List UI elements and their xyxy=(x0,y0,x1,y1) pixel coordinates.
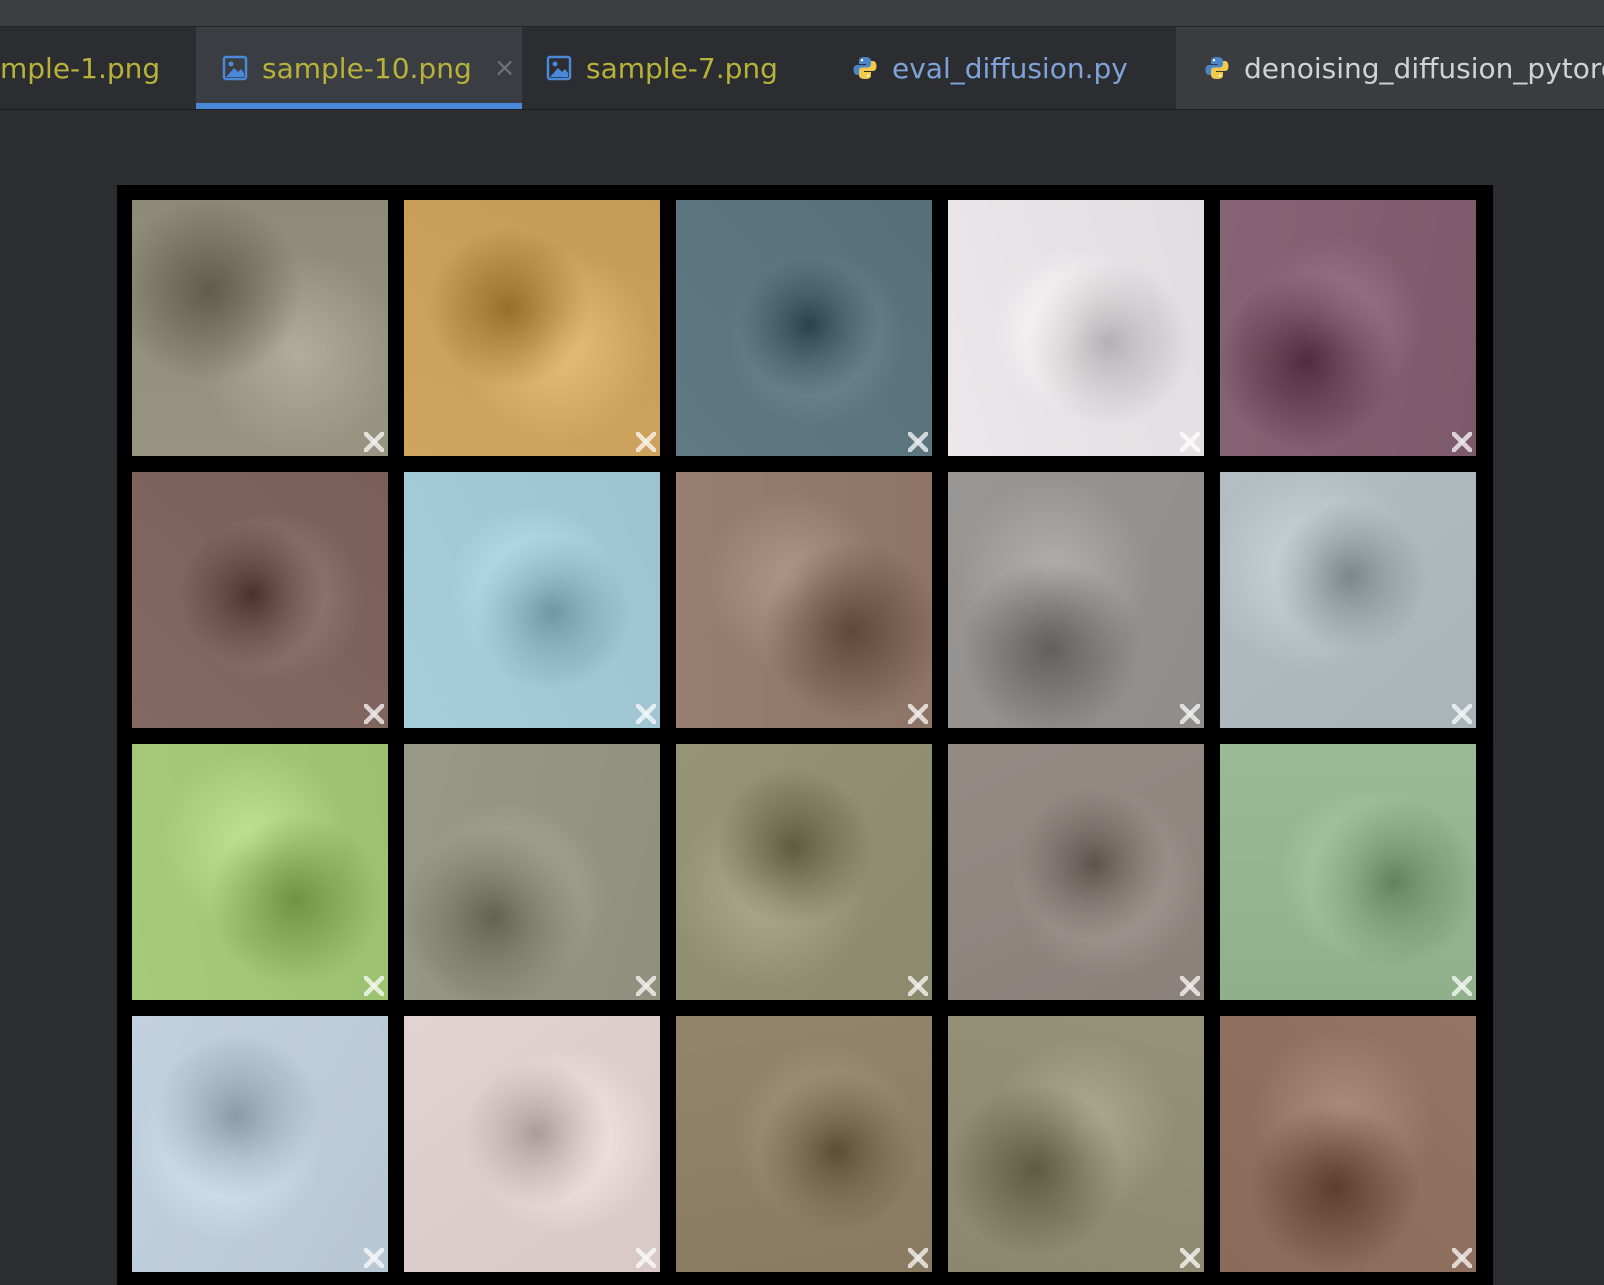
tab-label: sample-7.png xyxy=(586,51,778,85)
thumbnail-corner-mark xyxy=(1180,976,1200,996)
sample-thumbnail xyxy=(132,200,388,456)
thumbnail-corner-mark xyxy=(636,704,656,724)
image-file-icon xyxy=(222,55,248,81)
sample-thumbnail xyxy=(676,472,932,728)
sample-thumbnail xyxy=(404,472,660,728)
sample-thumbnail xyxy=(948,200,1204,456)
tab-denoising-diffusion-pytorch[interactable]: denoising_diffusion_pytorch xyxy=(1176,27,1604,109)
thumbnail-corner-mark xyxy=(636,1248,656,1268)
sample-thumbnail xyxy=(1220,472,1476,728)
thumbnail-corner-mark xyxy=(1452,432,1472,452)
sample-image xyxy=(117,185,1493,1285)
sample-thumbnail xyxy=(1220,1016,1476,1272)
sample-thumbnail xyxy=(1220,744,1476,1000)
tab-sample-1[interactable]: mple-1.png xyxy=(0,27,190,109)
thumbnail-corner-mark xyxy=(1180,704,1200,724)
tab-label: mple-1.png xyxy=(0,51,161,85)
sample-thumbnail xyxy=(676,1016,932,1272)
thumbnail-corner-mark xyxy=(908,704,928,724)
thumbnail-corner-mark xyxy=(908,432,928,452)
sample-thumbnail xyxy=(676,744,932,1000)
thumbnail-corner-mark xyxy=(364,704,384,724)
thumbnail-corner-mark xyxy=(364,1248,384,1268)
close-icon[interactable]: × xyxy=(494,53,516,83)
thumbnail-corner-mark xyxy=(1452,1248,1472,1268)
thumbnail-corner-mark xyxy=(908,976,928,996)
tab-sample-7[interactable]: sample-7.png xyxy=(522,27,822,109)
tab-label: eval_diffusion.py xyxy=(892,51,1128,85)
thumbnail-corner-mark xyxy=(908,1248,928,1268)
thumbnail-corner-mark xyxy=(364,976,384,996)
sample-thumbnail xyxy=(948,744,1204,1000)
thumbnail-corner-mark xyxy=(1452,704,1472,724)
sample-thumbnail xyxy=(404,200,660,456)
thumbnail-corner-mark xyxy=(636,976,656,996)
editor-tab-bar: mple-1.png sample-10.png × sample-7.png … xyxy=(0,27,1604,110)
thumbnail-corner-mark xyxy=(364,432,384,452)
sample-thumbnail xyxy=(132,472,388,728)
thumbnail-corner-mark xyxy=(1180,432,1200,452)
sample-thumbnail xyxy=(132,1016,388,1272)
sample-thumbnail xyxy=(1220,200,1476,456)
image-file-icon xyxy=(546,55,572,81)
sample-thumbnail xyxy=(948,472,1204,728)
sample-thumbnail xyxy=(948,1016,1204,1272)
tab-eval-diffusion[interactable]: eval_diffusion.py xyxy=(830,27,1176,109)
thumbnail-corner-mark xyxy=(636,432,656,452)
thumbnail-corner-mark xyxy=(1180,1248,1200,1268)
tab-sample-10[interactable]: sample-10.png × xyxy=(196,27,522,109)
tab-label: sample-10.png xyxy=(262,51,472,85)
sample-thumbnail xyxy=(404,1016,660,1272)
thumbnail-corner-mark xyxy=(1452,976,1472,996)
python-file-icon xyxy=(853,57,877,79)
tab-label: denoising_diffusion_pytorch xyxy=(1244,51,1604,85)
window-top-bar xyxy=(0,0,1604,27)
image-viewer xyxy=(0,110,1604,1285)
sample-grid xyxy=(132,200,1476,1272)
sample-thumbnail xyxy=(404,744,660,1000)
sample-thumbnail xyxy=(676,200,932,456)
python-file-icon xyxy=(1205,57,1229,79)
sample-thumbnail xyxy=(132,744,388,1000)
